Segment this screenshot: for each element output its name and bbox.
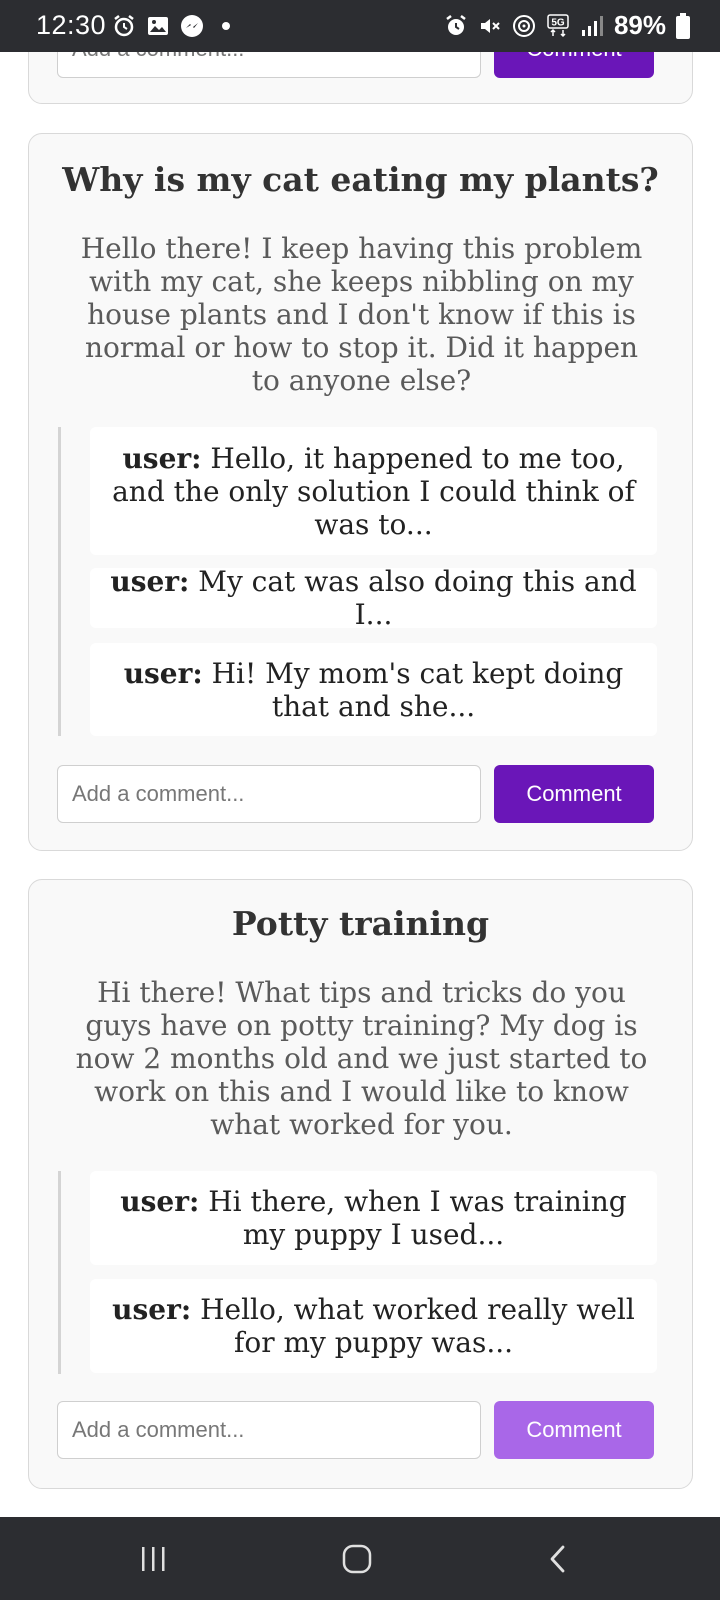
reply-user: user: (122, 441, 202, 475)
reply-item: user: Hello, it happened to me too, and … (90, 427, 657, 555)
post-body: Hi there! What tips and tricks do you gu… (75, 976, 648, 1141)
comment-input[interactable] (57, 765, 481, 823)
replies-list: user: Hi there, when I was training my p… (58, 1171, 657, 1374)
post-title: Potty training (231, 904, 490, 943)
recent-apps-icon (142, 1547, 165, 1571)
messenger-icon (181, 15, 203, 37)
home-icon (342, 1544, 372, 1574)
recent-apps-button[interactable] (134, 1539, 174, 1579)
reply-text: My cat was also doing this and I... (198, 565, 637, 631)
back-button[interactable] (538, 1539, 578, 1579)
battery-icon (676, 12, 690, 39)
gallery-icon (148, 17, 168, 35)
screen: 12:30 5G 89% Comment Why is my (0, 0, 720, 1600)
reply-user: user: (120, 1185, 200, 1218)
reply-text: Hi there, when I was training my puppy I… (208, 1185, 627, 1251)
post-title: Why is my cat eating my plants? (62, 160, 659, 199)
status-bar: 12:30 5G 89% (0, 0, 720, 52)
hotspot-icon (512, 14, 535, 37)
reply-text: Hello, what worked really well for my pu… (200, 1293, 635, 1359)
notification-icons (112, 14, 230, 38)
post-body: Hello there! I keep having this problem … (80, 232, 643, 397)
reply-item: user: Hi there, when I was training my p… (90, 1171, 657, 1265)
reply-user: user: (110, 565, 190, 598)
comment-button[interactable]: Comment (494, 765, 654, 823)
reply-user: user: (112, 1293, 192, 1326)
status-time: 12:30 (36, 10, 107, 40)
battery-level: 89% (613, 10, 666, 40)
mute-icon (480, 18, 500, 33)
reply-user: user: (123, 656, 203, 690)
reply-text: Hi! My mom's cat kept doing that and she… (211, 656, 624, 723)
system-icons: 5G 89% (444, 10, 690, 41)
alarm-icon (114, 15, 134, 37)
home-button[interactable] (337, 1539, 377, 1579)
navigation-bar (0, 1517, 720, 1600)
replies-list: user: Hello, it happened to me too, and … (58, 427, 657, 736)
reply-item: user: My cat was also doing this and I..… (90, 565, 657, 631)
comment-button[interactable]: Comment (494, 1401, 654, 1459)
post-card: Why is my cat eating my plants? Hello th… (28, 133, 693, 851)
svg-text:5G: 5G (551, 17, 565, 28)
comment-input[interactable] (57, 1401, 481, 1459)
reply-item: user: Hello, what worked really well for… (90, 1279, 657, 1373)
back-icon (550, 1545, 565, 1573)
signal-icon (581, 15, 603, 36)
more-notifications-icon (222, 22, 230, 30)
reply-item: user: Hi! My mom's cat kept doing that a… (90, 643, 657, 736)
comment-row: Comment (57, 1401, 665, 1459)
post-card: Potty training Hi there! What tips and t… (28, 879, 693, 1489)
comment-row: Comment (57, 765, 665, 823)
alarm-icon (446, 14, 466, 35)
network-5g-icon: 5G (547, 13, 569, 37)
